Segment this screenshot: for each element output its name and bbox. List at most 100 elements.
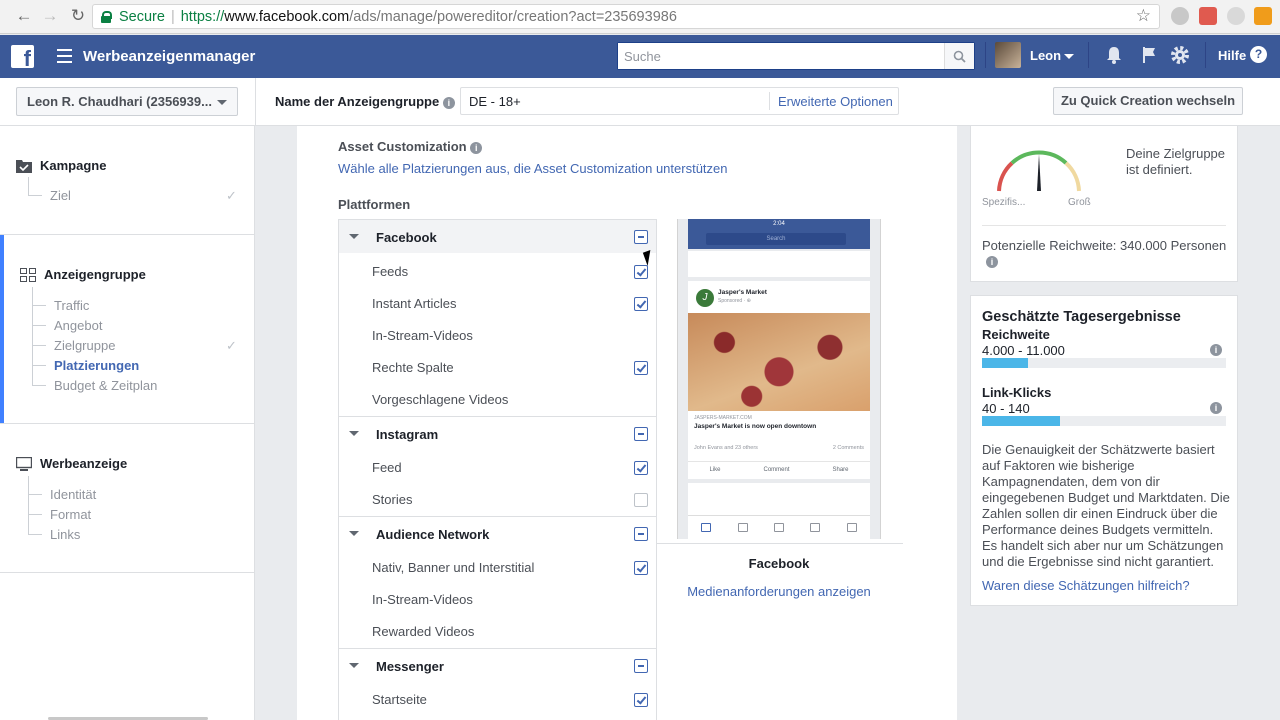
check-icon: ✓	[226, 188, 237, 203]
marketplace-icon	[773, 523, 784, 532]
phone-search: Search	[706, 233, 846, 245]
placement-item: Nativ, Banner und Interstitial	[372, 560, 535, 575]
check-icon: ✓	[226, 338, 237, 353]
placement-item: Startseite	[372, 692, 427, 707]
notifications-bell-icon[interactable]	[1103, 44, 1125, 66]
browser-chrome: ← → ↻ Secure | https://www.facebook.com /…	[0, 0, 1280, 34]
ad-comments: 2 Comments	[832, 445, 864, 451]
sidebar-item-zielgruppe[interactable]: Zielgruppe	[54, 338, 115, 353]
extension-cloud-icon[interactable]	[1227, 7, 1245, 25]
url-scheme: https://	[180, 8, 225, 25]
grid-icon	[20, 267, 36, 282]
audience-defined-text: Deine Zielgruppe ist definiert.	[1126, 146, 1226, 177]
collapse-triangle-icon[interactable]	[349, 234, 359, 239]
sidebar-item-ziel[interactable]: Ziel	[50, 188, 71, 203]
bookmark-star-icon[interactable]: ☆	[1136, 6, 1151, 26]
facebook-logo[interactable]: f	[11, 45, 34, 68]
sidebar-item-traffic[interactable]: Traffic	[54, 298, 89, 313]
estimates-feedback-link[interactable]: Waren diese Schätzungen hilfreich?	[982, 578, 1190, 593]
user-menu-chevron-down-icon[interactable]	[1064, 54, 1074, 59]
url-path: /ads/manage/powereditor/creation?act=235…	[349, 8, 677, 25]
back-arrow-icon[interactable]: ←	[12, 4, 36, 28]
link-clicks-value: 40 - 140	[982, 401, 1030, 416]
sidebar-item-angebot[interactable]: Angebot	[54, 318, 102, 333]
phone-next-post	[688, 483, 870, 515]
sidebar: Kampagne Ziel ✓ Anzeigengruppe Traffic A…	[0, 126, 255, 720]
asset-customization-link[interactable]: Wähle alle Platzierungen aus, die Asset …	[338, 161, 728, 176]
placement-checkbox[interactable]	[634, 297, 648, 311]
search-input[interactable]	[618, 43, 944, 69]
info-icon[interactable]: i	[986, 256, 998, 268]
platform-group-messenger[interactable]: Messenger	[339, 649, 656, 682]
quick-creation-button[interactable]: Zu Quick Creation wechseln	[1053, 87, 1243, 115]
placement-item: Feed	[372, 460, 402, 475]
group-checkbox[interactable]	[634, 427, 648, 441]
sidebar-item-adset[interactable]: Anzeigengruppe	[20, 267, 146, 282]
group-checkbox[interactable]	[634, 230, 648, 244]
placement-checkbox[interactable]	[634, 361, 648, 375]
page-logo: J	[696, 289, 714, 307]
adset-name-value[interactable]: DE - 18+	[469, 94, 521, 109]
sidebar-item-format[interactable]: Format	[50, 507, 91, 522]
collapse-triangle-icon[interactable]	[349, 663, 359, 668]
forward-arrow-icon[interactable]: →	[38, 4, 62, 28]
app-title[interactable]: Werbeanzeigenmanager	[83, 48, 255, 65]
placement-checkbox[interactable]	[634, 561, 648, 575]
avatar[interactable]	[995, 42, 1021, 68]
info-icon[interactable]: i	[442, 97, 455, 109]
bell-icon	[810, 523, 821, 532]
user-name[interactable]: Leon	[1030, 48, 1061, 63]
collapse-triangle-icon[interactable]	[349, 431, 359, 436]
settings-gear-icon[interactable]	[1169, 44, 1191, 66]
sidebar-item-campaign[interactable]: Kampagne	[16, 158, 106, 173]
sidebar-item-links[interactable]: Links	[50, 527, 80, 542]
sidebar-item-budget[interactable]: Budget & Zeitplan	[54, 378, 157, 393]
account-selector[interactable]: Leon R. Chaudhari (2356939...	[16, 87, 238, 116]
placement-item: Feeds	[372, 264, 409, 279]
group-checkbox[interactable]	[634, 527, 648, 541]
like-action: Like	[709, 466, 721, 473]
ad-image	[688, 313, 870, 411]
sidebar-item-platzierungen[interactable]: Platzierungen	[54, 358, 139, 373]
media-requirements-link[interactable]: Medienanforderungen anzeigen	[669, 584, 889, 599]
placement-checkbox[interactable]	[634, 493, 648, 507]
lock-icon	[101, 10, 112, 23]
placement-item: In-Stream-Videos	[372, 592, 473, 607]
help-link[interactable]: Hilfe	[1218, 48, 1246, 63]
flag-icon[interactable]	[1138, 44, 1160, 66]
platform-group-facebook[interactable]: Facebook	[339, 220, 656, 253]
placement-checkbox[interactable]	[634, 265, 648, 279]
extension-video-icon[interactable]	[1199, 7, 1217, 25]
search-button[interactable]	[944, 43, 974, 69]
reload-icon[interactable]: ↻	[66, 4, 90, 28]
extension-m-icon[interactable]	[1171, 7, 1189, 25]
placement-checkbox[interactable]	[634, 461, 648, 475]
platform-group-audience-network[interactable]: Audience Network	[339, 517, 656, 550]
sidebar-item-identitaet[interactable]: Identität	[50, 487, 96, 502]
platform-group-instagram[interactable]: Instagram	[339, 417, 656, 450]
extension-orange-icon[interactable]	[1254, 7, 1272, 25]
placement-item: Rewarded Videos	[372, 624, 475, 639]
info-icon[interactable]: i	[1210, 402, 1222, 414]
reach-label: Reichweite	[982, 327, 1050, 342]
gauge-broad-label: Groß	[1068, 197, 1091, 208]
placement-checkbox[interactable]	[634, 693, 648, 707]
placement-item: Stories	[372, 492, 413, 507]
estimates-title: Geschätzte Tagesergebnisse	[982, 309, 1181, 325]
help-question-icon[interactable]: ?	[1250, 46, 1267, 63]
home-icon	[701, 523, 712, 532]
sidebar-section-campaign: Kampagne Ziel ✓	[0, 126, 255, 235]
link-clicks-bar	[982, 416, 1226, 426]
advanced-options-link[interactable]: Erweiterte Optionen	[778, 94, 893, 109]
group-checkbox[interactable]	[634, 659, 648, 673]
sidebar-item-ad[interactable]: Werbeanzeige	[16, 456, 127, 471]
adset-name-field[interactable]: DE - 18+ Erweiterte Optionen	[460, 87, 899, 115]
menu-hamburger-icon[interactable]	[57, 49, 72, 63]
info-icon[interactable]: i	[1210, 344, 1222, 356]
collapse-triangle-icon[interactable]	[349, 531, 359, 536]
search-icon	[953, 50, 966, 63]
info-icon[interactable]: i	[470, 142, 483, 154]
placement-item: In-Stream-Videos	[372, 328, 473, 343]
platforms-title: Plattformen	[338, 197, 411, 212]
address-bar[interactable]: Secure | https://www.facebook.com/ads/ma…	[92, 4, 1160, 29]
